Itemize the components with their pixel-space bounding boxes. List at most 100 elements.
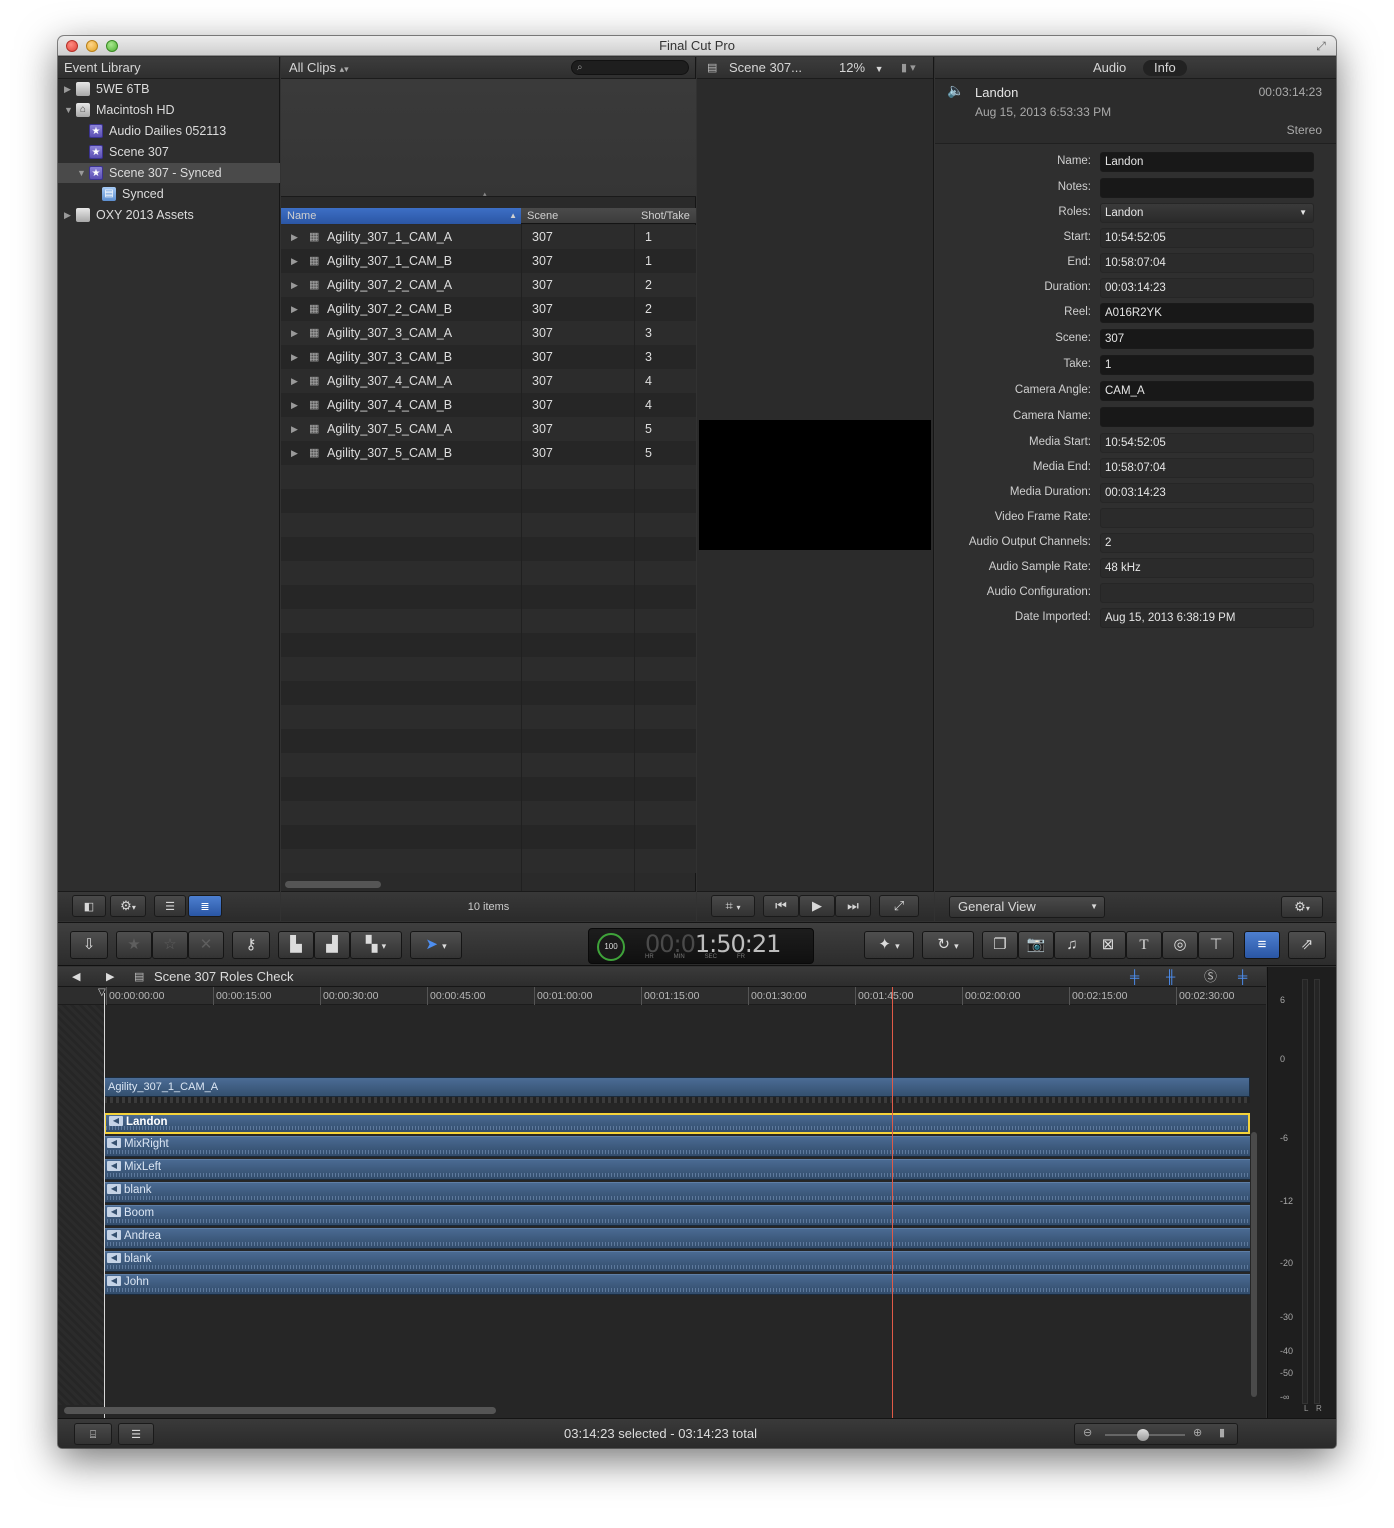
disclosure-open-icon[interactable]: ▼ bbox=[77, 163, 87, 183]
clip-skimming-icon[interactable]: ╪ bbox=[1130, 967, 1139, 987]
generators-browser-button[interactable]: ◎ bbox=[1162, 931, 1198, 959]
library-item[interactable]: ▼ ★ Scene 307 - Synced bbox=[58, 163, 280, 183]
disclosure-closed-icon[interactable]: ▶ bbox=[291, 369, 298, 393]
column-shot-take[interactable]: Shot/Take bbox=[641, 208, 701, 224]
tab-audio[interactable]: Audio bbox=[1093, 57, 1126, 79]
field-audio-sample-rate[interactable]: 48 kHz bbox=[1100, 558, 1314, 578]
field-notes[interactable] bbox=[1100, 178, 1314, 198]
audio-clip-mixleft[interactable]: ◀ MixLeft bbox=[104, 1159, 1250, 1180]
disclosure-closed-icon[interactable]: ▶ bbox=[291, 417, 298, 441]
keyword-editor-button[interactable]: ⚷ bbox=[232, 931, 270, 959]
field-audio-configuration[interactable] bbox=[1100, 583, 1314, 603]
disclosure-closed-icon[interactable]: ▶ bbox=[291, 321, 298, 345]
view-options-icon[interactable]: ▮ ▾ bbox=[901, 57, 916, 79]
next-edit-button[interactable]: ⏭ bbox=[835, 895, 871, 917]
zoom-in-icon[interactable]: ⊕ bbox=[1193, 1426, 1202, 1439]
transitions-browser-button[interactable]: ⊠ bbox=[1090, 931, 1126, 959]
audio-clip-boom[interactable]: ◀ Boom bbox=[104, 1205, 1250, 1226]
background-tasks-indicator[interactable]: 100 bbox=[597, 933, 625, 961]
favorite-button[interactable]: ★ bbox=[116, 931, 152, 959]
history-back-icon[interactable]: ◀ bbox=[72, 967, 80, 987]
field-camera-name[interactable] bbox=[1100, 407, 1314, 427]
timeline-zoom-control[interactable]: ⊖ ⊕ ▮ bbox=[1074, 1423, 1238, 1445]
library-item[interactable]: ★ Scene 307 bbox=[58, 142, 280, 162]
field-take[interactable]: 1 bbox=[1100, 355, 1314, 375]
field-video-frame-rate[interactable] bbox=[1100, 508, 1314, 528]
disclosure-open-icon[interactable]: ▼ bbox=[64, 100, 74, 120]
history-forward-icon[interactable]: ▶ bbox=[106, 967, 114, 987]
dashboard-timecode[interactable]: 100 00:01:50:21 HR MIN SEC FR bbox=[588, 928, 814, 964]
clip-height-icon[interactable]: ▮ bbox=[1219, 1426, 1225, 1439]
music-browser-button[interactable]: ♫ bbox=[1054, 931, 1090, 959]
library-item[interactable]: ★ Audio Dailies 052113 bbox=[58, 121, 280, 141]
list-view-button[interactable]: ≣ bbox=[188, 895, 222, 917]
library-item[interactable]: ▼ ⌂ Macintosh HD bbox=[58, 100, 280, 120]
view-select[interactable]: General View ▼ bbox=[949, 896, 1105, 918]
field-roles[interactable]: Landon ▼ bbox=[1100, 203, 1314, 223]
field-reel[interactable]: A016R2YK bbox=[1100, 303, 1314, 323]
fullscreen-playback-button[interactable]: ⤢ bbox=[879, 895, 919, 917]
field-audio-output-channels[interactable]: 2 bbox=[1100, 533, 1314, 553]
zoom-slider-thumb[interactable] bbox=[1137, 1429, 1149, 1441]
titles-browser-button[interactable]: T bbox=[1126, 931, 1162, 959]
playhead[interactable] bbox=[892, 987, 893, 1418]
vertical-scrollbar[interactable] bbox=[1251, 1132, 1257, 1397]
action-menu-button[interactable]: ⚙▾ bbox=[110, 895, 146, 917]
enhancements-button[interactable]: ✦ ▾ bbox=[864, 931, 914, 959]
clip-filter-select[interactable]: All Clips ▴▾ bbox=[289, 57, 349, 80]
search-field[interactable]: ⌕ bbox=[571, 60, 689, 75]
fullscreen-icon[interactable]: ⤢ bbox=[1314, 39, 1328, 53]
disclosure-closed-icon[interactable]: ▶ bbox=[291, 393, 298, 417]
library-item[interactable]: ▶ OXY 2013 Assets bbox=[58, 205, 280, 225]
audio-skimming-icon[interactable]: ╫ bbox=[1166, 967, 1175, 987]
audio-clip-andrea[interactable]: ◀ Andrea bbox=[104, 1228, 1250, 1249]
horizontal-scrollbar[interactable] bbox=[64, 1407, 496, 1414]
disclosure-closed-icon[interactable]: ▶ bbox=[291, 249, 298, 273]
timeline-ruler[interactable]: 00:00:00:00 00:00:15:00 00:00:30:00 00:00:4… bbox=[58, 987, 1266, 1005]
library-item[interactable]: ▤ Synced bbox=[58, 184, 280, 204]
disclosure-closed-icon[interactable]: ▶ bbox=[291, 345, 298, 369]
field-duration[interactable]: 00:03:14:23 bbox=[1100, 278, 1314, 298]
horizontal-scrollbar[interactable] bbox=[285, 881, 381, 888]
reject-button[interactable]: ✕ bbox=[188, 931, 224, 959]
viewer-zoom-select[interactable]: 12% ▼ bbox=[839, 57, 884, 80]
field-start[interactable]: 10:54:52:05 bbox=[1100, 228, 1314, 248]
column-name[interactable]: Name ▲ bbox=[281, 208, 521, 224]
photos-browser-button[interactable]: 📷 bbox=[1018, 931, 1054, 959]
hide-library-button[interactable]: ◧ bbox=[72, 895, 106, 917]
previous-edit-button[interactable]: ⏮ bbox=[763, 895, 799, 917]
select-tool-button[interactable]: ➤ ▾ bbox=[410, 931, 462, 959]
close-window-button[interactable] bbox=[66, 40, 78, 52]
transform-button[interactable]: ⌗ ▾ bbox=[711, 895, 755, 917]
disclosure-closed-icon[interactable]: ▶ bbox=[64, 205, 74, 225]
connect-clip-button[interactable]: ▙ bbox=[278, 931, 314, 959]
field-name[interactable]: Landon bbox=[1100, 152, 1314, 172]
field-date-imported[interactable]: Aug 15, 2013 6:38:19 PM bbox=[1100, 608, 1314, 628]
insert-clip-button[interactable]: ▟ bbox=[314, 931, 350, 959]
minimize-window-button[interactable] bbox=[86, 40, 98, 52]
retime-button[interactable]: ↻ ▾ bbox=[922, 931, 974, 959]
solo-icon[interactable]: Ⓢ bbox=[1204, 967, 1217, 987]
filmstrip-area[interactable]: ▴ bbox=[281, 79, 696, 198]
field-media-end[interactable]: 10:58:07:04 bbox=[1100, 458, 1314, 478]
field-camera-angle[interactable]: CAM_A bbox=[1100, 381, 1314, 401]
disclosure-closed-icon[interactable]: ▶ bbox=[291, 273, 298, 297]
inspector-action-button[interactable]: ⚙▾ bbox=[1281, 896, 1323, 918]
tab-info[interactable]: Info bbox=[1143, 60, 1187, 76]
play-button[interactable]: ▶ bbox=[799, 895, 835, 917]
snapping-icon[interactable]: ╪ bbox=[1238, 967, 1247, 987]
import-media-button[interactable]: ⇩ bbox=[70, 931, 108, 959]
field-scene[interactable]: 307 bbox=[1100, 329, 1314, 349]
zoom-out-icon[interactable]: ⊖ bbox=[1083, 1426, 1092, 1439]
media-browser-button[interactable]: ❐ bbox=[982, 931, 1018, 959]
video-clip[interactable]: Agility_307_1_CAM_A bbox=[104, 1077, 1250, 1097]
column-scene[interactable]: Scene bbox=[527, 208, 637, 224]
append-clip-button[interactable]: ▚ ▾ bbox=[350, 931, 402, 959]
filmstrip-view-button[interactable]: ☰ bbox=[154, 895, 186, 917]
resize-handle-icon[interactable]: ▴ bbox=[483, 190, 487, 198]
field-end[interactable]: 10:58:07:04 bbox=[1100, 253, 1314, 273]
disclosure-closed-icon[interactable]: ▶ bbox=[291, 297, 298, 321]
audio-clip-john[interactable]: ◀ John bbox=[104, 1274, 1250, 1295]
audio-clip-blank[interactable]: ◀ blank bbox=[104, 1251, 1250, 1272]
disclosure-closed-icon[interactable]: ▶ bbox=[291, 441, 298, 465]
